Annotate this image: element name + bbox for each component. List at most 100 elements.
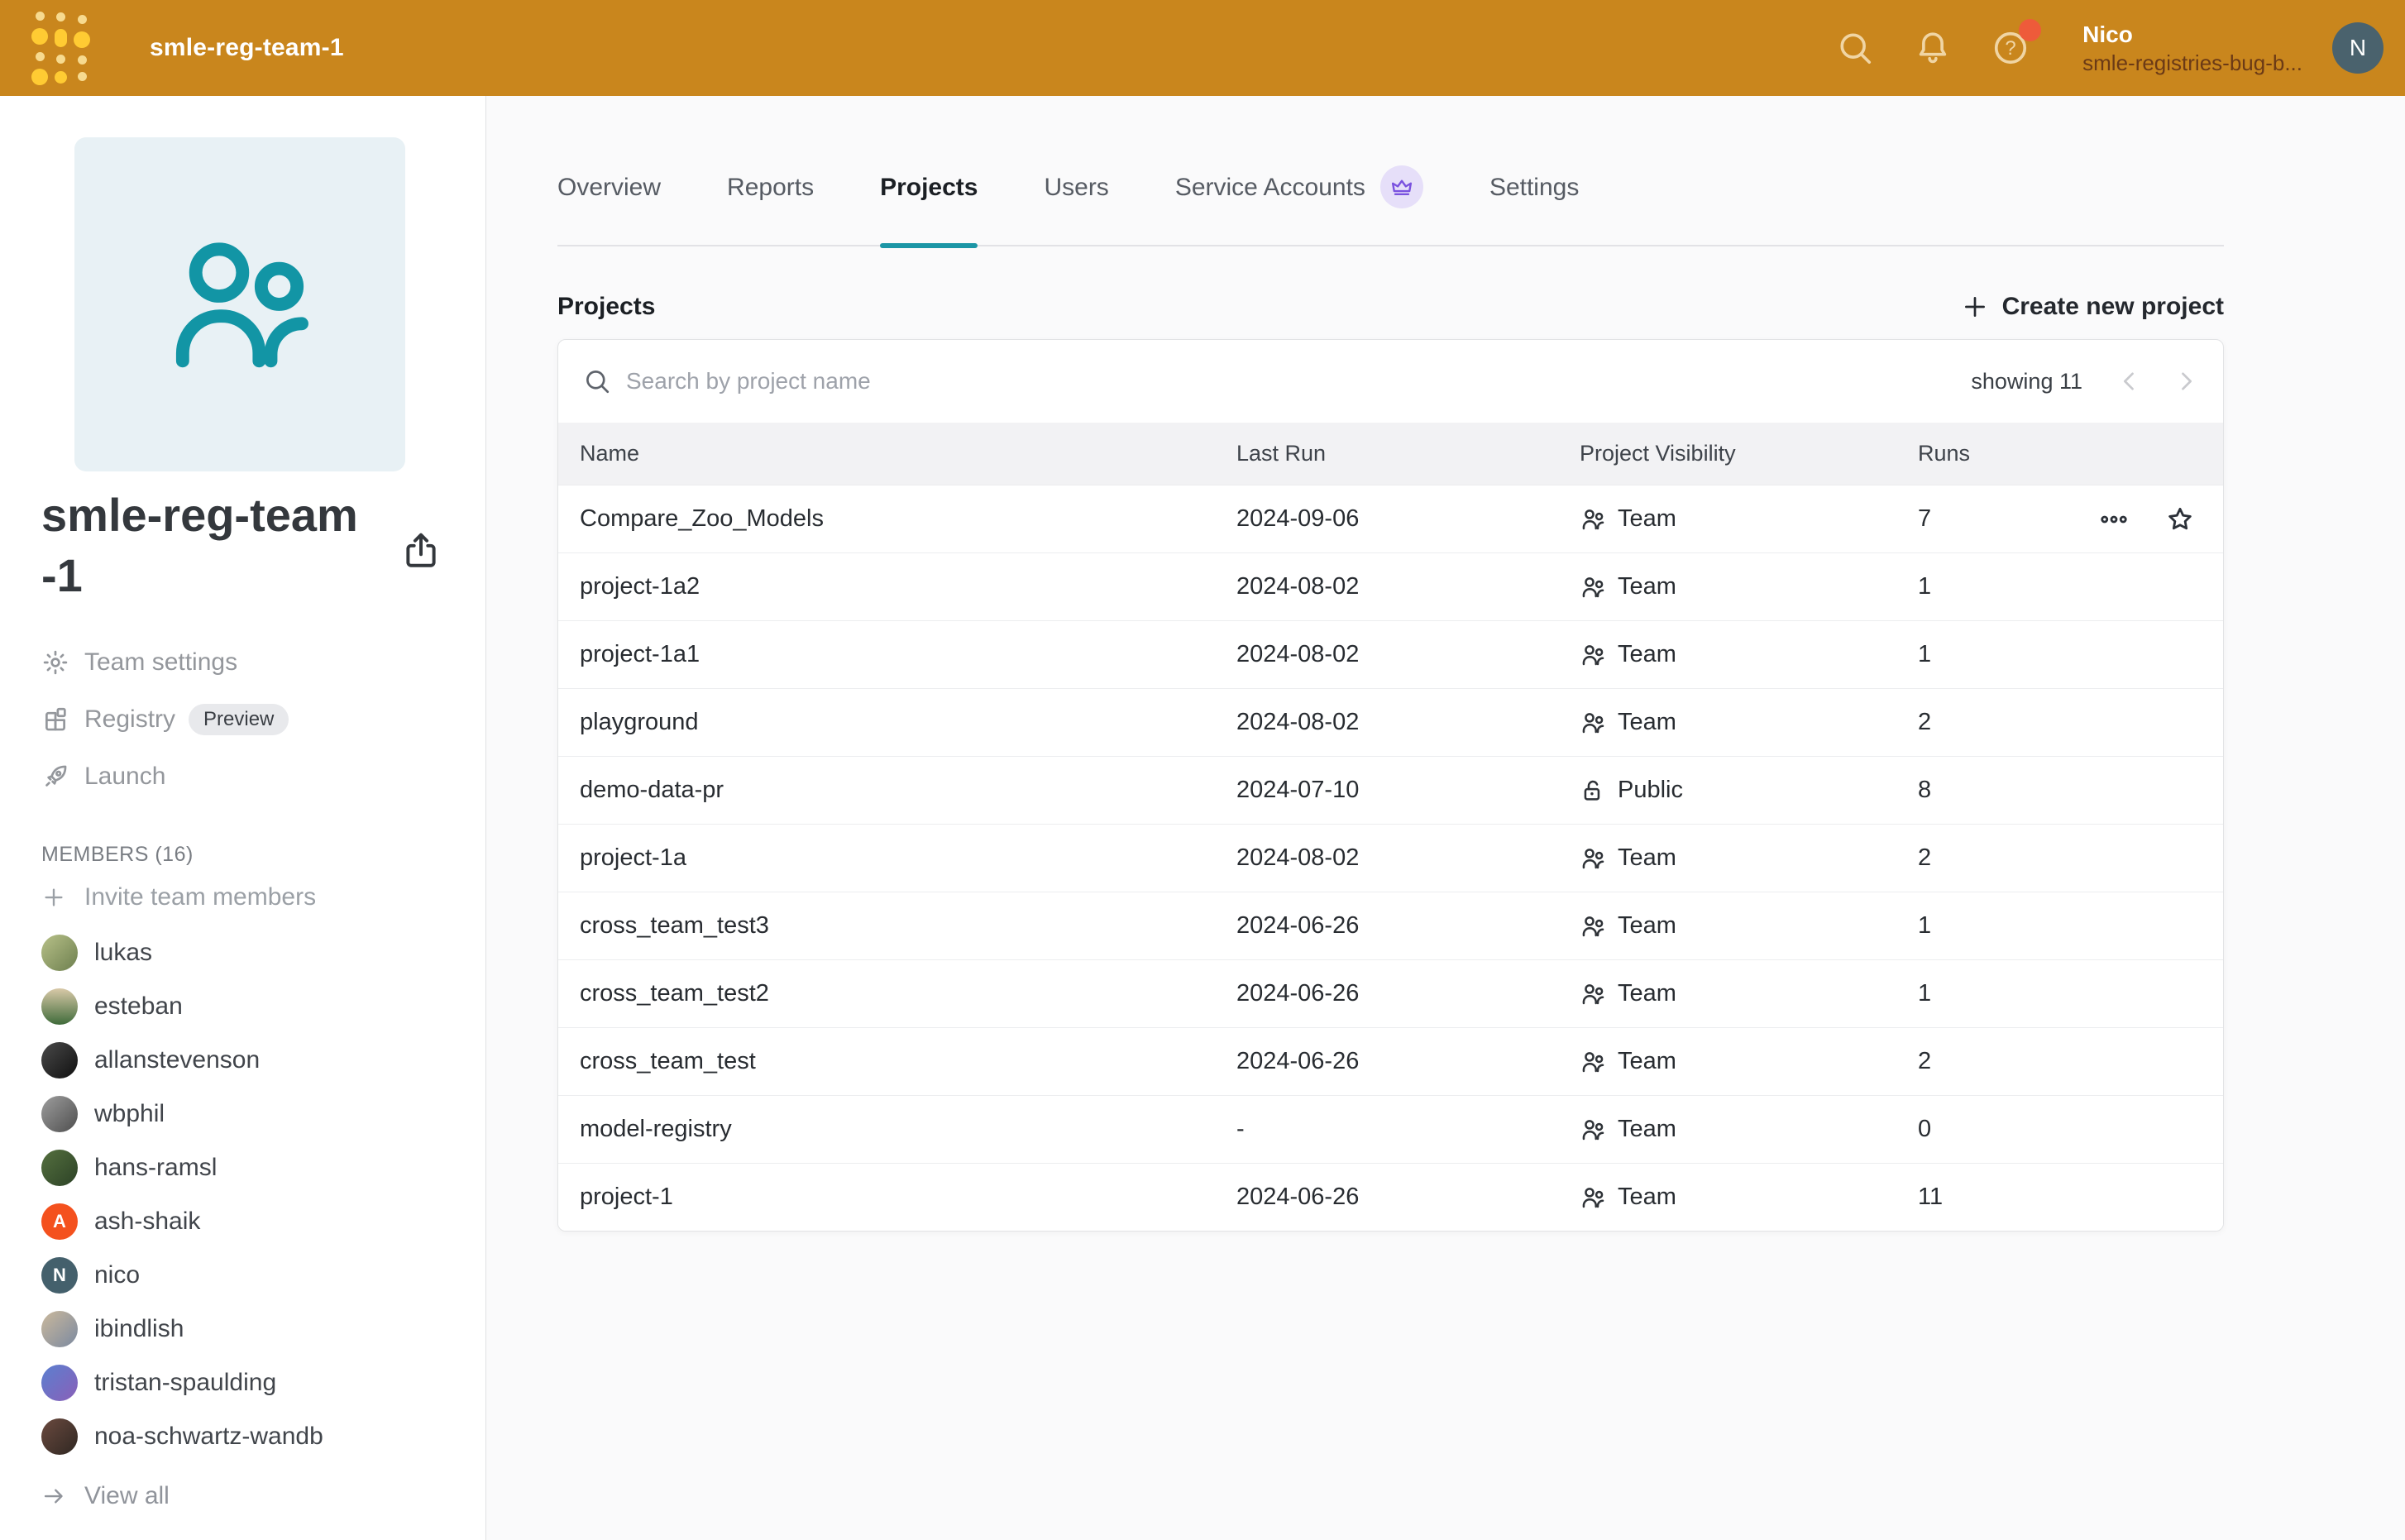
project-name[interactable]: project-1 [580, 1184, 1236, 1211]
project-name[interactable]: Compare_Zoo_Models [580, 505, 1236, 533]
tab-projects[interactable]: Projects [880, 175, 978, 245]
visibility-label: Team [1618, 709, 1676, 736]
table-row[interactable]: cross_team_test3 2024-06-26 Team 1 [558, 892, 2223, 959]
members-section: MEMBERS (16) Invite team members lukas e… [41, 843, 469, 1518]
projects-title: Projects [557, 293, 655, 321]
project-visibility: Team [1580, 641, 1918, 668]
lock-open-icon [1580, 777, 1606, 804]
member-avatar [41, 1365, 78, 1401]
sidebar-item-team-settings[interactable]: Team settings [41, 634, 456, 691]
project-search-input[interactable] [626, 368, 1971, 395]
chevron-right-icon[interactable] [2172, 367, 2200, 395]
project-last-run: 2024-09-06 [1236, 505, 1580, 533]
team-people-icon [1580, 981, 1606, 1007]
member-row[interactable]: hans-ramsl [41, 1141, 469, 1194]
table-row[interactable]: demo-data-pr 2024-07-10 Public 8 [558, 756, 2223, 824]
search-icon[interactable] [1836, 29, 1874, 67]
project-name[interactable]: model-registry [580, 1116, 1236, 1143]
project-runs-count: 1 [1918, 912, 1931, 940]
team-people-icon [1580, 506, 1606, 533]
sidebar-item-label: Registry [84, 705, 175, 734]
bell-icon[interactable] [1914, 29, 1952, 67]
overflow-menu-icon[interactable] [2099, 505, 2129, 534]
project-runs-count: 7 [1918, 505, 1931, 533]
table-row[interactable]: cross_team_test2 2024-06-26 Team 1 [558, 959, 2223, 1027]
view-all-members-link[interactable]: View all [41, 1475, 469, 1518]
table-row[interactable]: model-registry - Team 0 [558, 1095, 2223, 1163]
project-name[interactable]: playground [580, 709, 1236, 736]
table-row[interactable]: Compare_Zoo_Models 2024-09-06 Team 7 [558, 485, 2223, 552]
project-name[interactable]: cross_team_test3 [580, 912, 1236, 940]
project-name[interactable]: project-1a [580, 844, 1236, 872]
chevron-left-icon[interactable] [2116, 367, 2144, 395]
tab-users[interactable]: Users [1044, 175, 1108, 245]
tab-reports[interactable]: Reports [727, 175, 814, 245]
project-runs-count: 1 [1918, 980, 1931, 1007]
member-row[interactable]: lukas [41, 925, 469, 979]
user-name: Nico [2082, 20, 2302, 50]
project-runs-count: 2 [1918, 844, 1931, 872]
help-icon[interactable]: ? [1991, 29, 2030, 67]
invite-team-members-button[interactable]: Invite team members [41, 876, 469, 919]
member-avatar [41, 935, 78, 971]
project-name[interactable]: project-1a2 [580, 573, 1236, 600]
team-people-icon [157, 222, 323, 387]
project-runs-count: 1 [1918, 641, 1931, 668]
project-visibility: Team [1580, 709, 1918, 736]
member-row[interactable]: allanstevenson [41, 1033, 469, 1087]
table-header: Name Last Run Project Visibility Runs [558, 423, 2223, 485]
tab-overview[interactable]: Overview [557, 175, 661, 245]
preview-badge: Preview [189, 704, 289, 735]
wandb-logo-icon[interactable] [31, 12, 90, 85]
member-row[interactable]: A ash-shaik [41, 1194, 469, 1248]
pagination [2116, 367, 2200, 395]
team-people-icon [1580, 1117, 1606, 1143]
user-avatar[interactable]: N [2332, 22, 2383, 74]
member-row[interactable]: wbphil [41, 1087, 469, 1141]
projects-table-card: showing 11 Name Last Run Project Visibil… [557, 339, 2224, 1232]
team-people-icon [1580, 710, 1606, 736]
visibility-label: Team [1618, 1048, 1676, 1075]
project-last-run: - [1236, 1116, 1580, 1143]
member-row[interactable]: ibindlish [41, 1302, 469, 1356]
member-name: esteban [94, 992, 183, 1021]
table-row[interactable]: project-1a1 2024-08-02 Team 1 [558, 620, 2223, 688]
star-icon[interactable] [2165, 505, 2195, 534]
create-new-project-button[interactable]: Create new project [1961, 293, 2224, 321]
table-row[interactable]: project-1 2024-06-26 Team 11 [558, 1163, 2223, 1231]
sidebar: smle-reg-team-1 Team settings [0, 96, 486, 1540]
table-row[interactable]: project-1a 2024-08-02 Team 2 [558, 824, 2223, 892]
member-avatar [41, 1096, 78, 1132]
sidebar-item-launch[interactable]: Launch [41, 748, 456, 805]
project-name[interactable]: cross_team_test [580, 1048, 1236, 1075]
member-avatar [41, 1150, 78, 1186]
tab-service-accounts[interactable]: Service Accounts [1175, 175, 1423, 245]
project-name[interactable]: project-1a1 [580, 641, 1236, 668]
project-visibility: Team [1580, 844, 1918, 872]
member-row[interactable]: esteban [41, 979, 469, 1033]
project-name[interactable]: demo-data-pr [580, 777, 1236, 804]
project-last-run: 2024-08-02 [1236, 641, 1580, 668]
col-name: Name [580, 441, 1236, 466]
sidebar-item-registry[interactable]: Registry Preview [41, 691, 456, 748]
members-header: MEMBERS (16) [41, 843, 469, 876]
member-row[interactable]: noa-schwartz-wandb [41, 1409, 469, 1463]
user-block[interactable]: Nico smle-registries-bug-b... [2082, 20, 2302, 76]
visibility-label: Public [1618, 777, 1683, 804]
project-visibility: Team [1580, 573, 1918, 600]
table-row[interactable]: project-1a2 2024-08-02 Team 1 [558, 552, 2223, 620]
member-row[interactable]: N nico [41, 1248, 469, 1302]
project-runs-count: 8 [1918, 777, 1931, 804]
tab-settings[interactable]: Settings [1489, 175, 1579, 245]
project-last-run: 2024-08-02 [1236, 709, 1580, 736]
crown-badge [1380, 165, 1423, 208]
svg-text:?: ? [2005, 37, 2015, 60]
member-row[interactable]: tristan-spaulding [41, 1356, 469, 1409]
table-row[interactable]: playground 2024-08-02 Team 2 [558, 688, 2223, 756]
table-row[interactable]: cross_team_test 2024-06-26 Team 2 [558, 1027, 2223, 1095]
visibility-label: Team [1618, 641, 1676, 668]
sidebar-item-label: Launch [84, 763, 165, 791]
team-avatar[interactable] [74, 137, 405, 471]
share-icon[interactable] [400, 529, 442, 571]
project-name[interactable]: cross_team_test2 [580, 980, 1236, 1007]
